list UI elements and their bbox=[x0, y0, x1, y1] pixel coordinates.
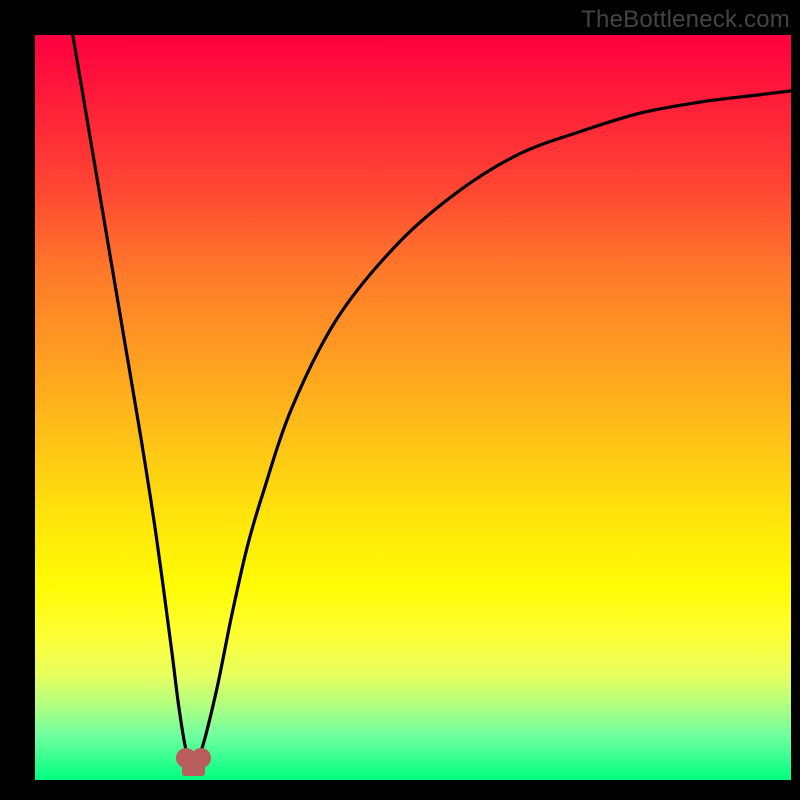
min-marker-bar bbox=[182, 760, 205, 776]
curve-layer bbox=[35, 35, 791, 780]
bottleneck-curve bbox=[73, 35, 791, 758]
watermark: TheBottleneck.com bbox=[581, 6, 790, 34]
chart-frame: TheBottleneck.com bbox=[0, 0, 800, 800]
plot-area bbox=[35, 35, 791, 780]
